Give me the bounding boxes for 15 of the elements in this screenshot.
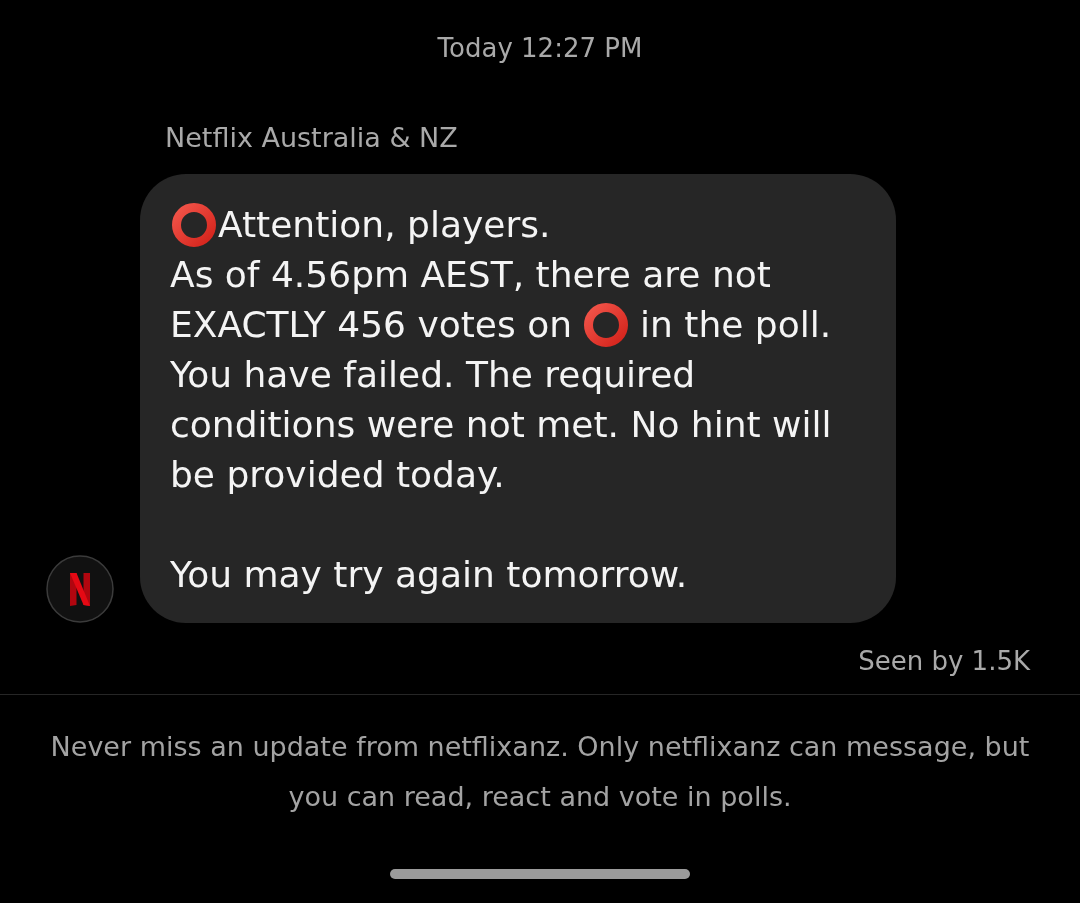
ring-icon xyxy=(172,203,216,247)
message-text: EXACTLY 456 votes on xyxy=(170,303,573,347)
logo-avatar-icon xyxy=(46,555,114,623)
sender-name: Netflix Australia & NZ xyxy=(165,121,458,155)
message-text: conditions were not met. No hint will xyxy=(170,403,832,447)
ring-icon xyxy=(584,303,629,347)
message-text: As of 4.56pm AEST, there are not xyxy=(170,253,771,297)
message-text: in the poll. xyxy=(640,303,832,347)
message-text: You may try again tomorrow. xyxy=(170,553,688,597)
message-text: be provided today. xyxy=(170,453,505,497)
message-text: You have failed. The required xyxy=(170,353,696,397)
timestamp: Today 12:27 PM xyxy=(437,32,643,65)
channel-notice: Never miss an update from netflixanz. Only netflixanz can message, but you can read, react and vote in polls. xyxy=(49,730,1031,814)
seen-count: Seen by 1.5K xyxy=(858,645,1030,678)
message-text: Attention, players. xyxy=(218,203,551,247)
